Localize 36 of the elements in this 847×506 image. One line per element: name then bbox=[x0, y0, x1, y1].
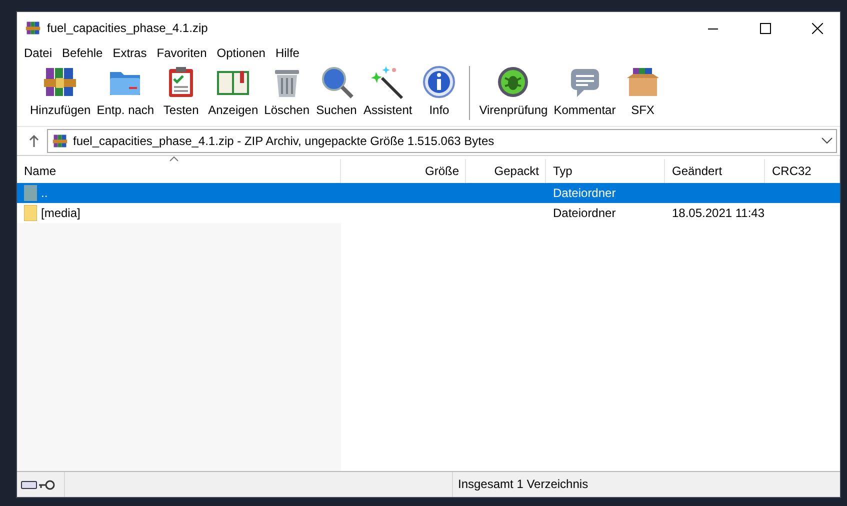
status-text: Insgesamt 1 Verzeichnis bbox=[452, 472, 840, 497]
up-arrow-icon[interactable] bbox=[29, 135, 39, 147]
toolbar-button[interactable]: Suchen bbox=[312, 62, 361, 126]
drive-icon bbox=[21, 480, 37, 488]
file-name-cell[interactable]: .. bbox=[17, 183, 341, 203]
toolbar-button[interactable]: Assistent bbox=[360, 62, 416, 126]
menu-item[interactable]: Optionen bbox=[212, 44, 270, 62]
parent-folder-icon bbox=[24, 185, 37, 201]
toolbar-button[interactable]: Info bbox=[415, 62, 464, 126]
archive-icon bbox=[52, 133, 68, 149]
archive-icon bbox=[25, 20, 41, 36]
table-cell-text: 18.05.2021 11:43 bbox=[671, 205, 765, 222]
toolbar-button[interactable]: Kommentar bbox=[550, 62, 619, 126]
menu-item[interactable]: Datei bbox=[19, 44, 58, 62]
toolbar-button[interactable]: Entp. nach bbox=[94, 62, 158, 126]
toolbar-button[interactable]: Anzeigen bbox=[205, 62, 262, 126]
key-icon bbox=[39, 480, 55, 490]
close-icon bbox=[812, 22, 822, 34]
menu-item[interactable]: Extras bbox=[108, 44, 152, 62]
table-cell-text: Dateiordner bbox=[552, 205, 617, 222]
toolbar-button[interactable]: Hinzufügen bbox=[27, 62, 94, 126]
menu-item[interactable]: Hilfe bbox=[270, 44, 304, 62]
toolbar-button[interactable]: SFX bbox=[618, 62, 667, 126]
toolbar-button[interactable]: Virenprüfung bbox=[476, 62, 551, 126]
maximize-icon bbox=[760, 22, 770, 34]
menu-item[interactable]: Favoriten bbox=[152, 44, 212, 62]
magic-wand-icon bbox=[370, 64, 406, 100]
menu-item[interactable]: Befehle bbox=[57, 44, 108, 62]
file-name-cell[interactable]: [media] bbox=[17, 203, 341, 223]
window-title: fuel_capacities_phase_4.1.zip bbox=[47, 21, 209, 35]
folder-icon bbox=[24, 205, 37, 221]
address-field[interactable]: fuel_capacities_phase_4.1.zip - ZIP Archiv, ungepackte Größe 1.515.063 Bytes bbox=[47, 129, 837, 153]
toolbar-button[interactable]: Löschen bbox=[261, 62, 313, 126]
toolbar-button[interactable]: Testen bbox=[157, 62, 206, 126]
table-cell: Dateiordner bbox=[546, 183, 665, 203]
info-icon bbox=[421, 64, 458, 100]
